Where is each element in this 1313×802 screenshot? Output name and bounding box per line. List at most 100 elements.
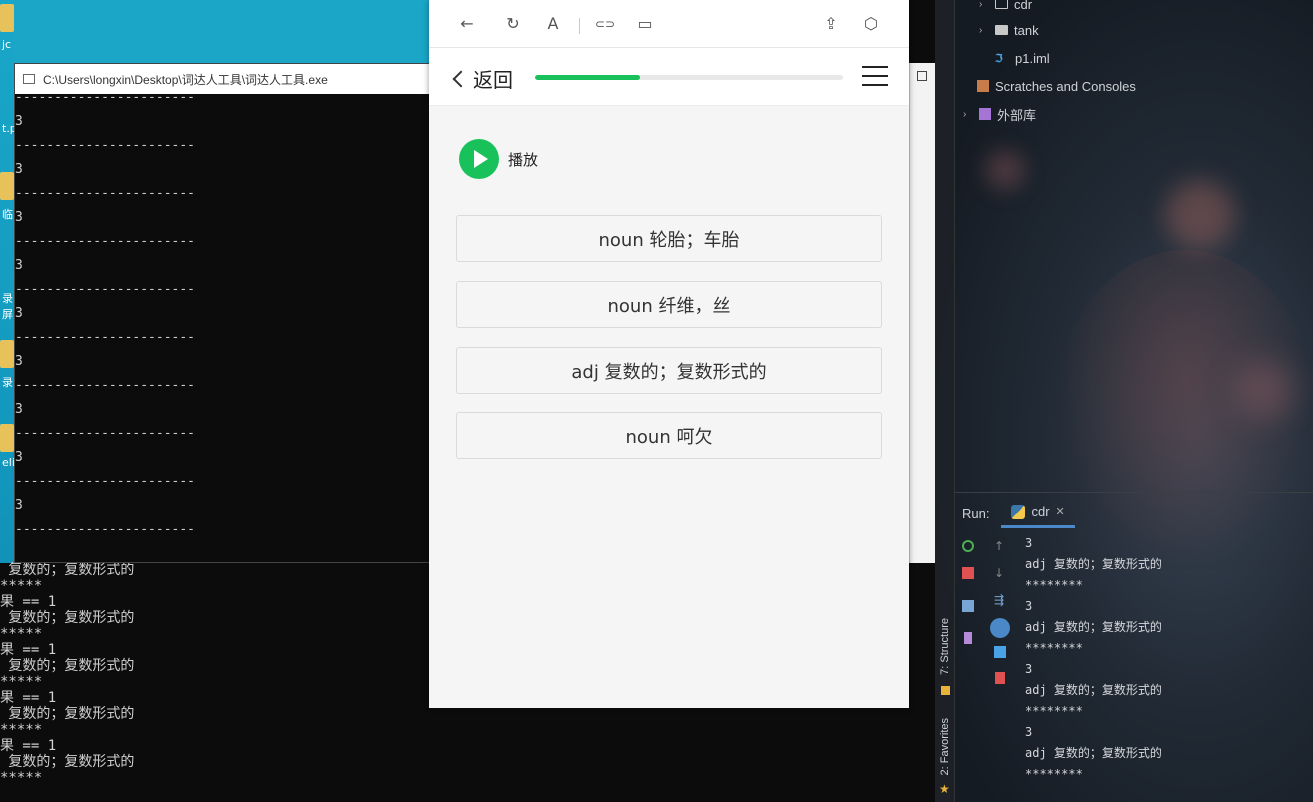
tab-favorites[interactable]: 2: Favorites — [939, 718, 951, 775]
bokeh-light — [1165, 180, 1235, 250]
folder-icon — [995, 25, 1008, 35]
console-line: ***** — [0, 770, 43, 786]
output-line: 3 — [1025, 725, 1033, 739]
output-line: ******** — [1025, 578, 1083, 592]
desktop-folder-icon[interactable] — [0, 4, 14, 32]
console-line: ----------------------- — [15, 330, 196, 345]
console-line: 3 — [15, 114, 23, 129]
tree-item-p1-iml[interactable]: ℑ p1.iml — [995, 44, 1050, 72]
output-line: ******** — [1025, 641, 1083, 655]
desktop-folder-icon[interactable] — [0, 340, 14, 368]
console-line: 3 — [15, 450, 23, 465]
output-line: adj 复数的；复数形式的 — [1025, 683, 1162, 697]
console-line: ----------------------- — [15, 522, 196, 537]
font-icon[interactable]: A — [543, 14, 563, 34]
maximize-icon[interactable] — [917, 71, 927, 81]
print-icon[interactable] — [994, 646, 1006, 658]
app-panel: ← ↻ A ⊂⊃ ▭ ⇪ ⬡ 返回 播放 noun 轮胎；车胎 noun 纤维，… — [429, 0, 909, 708]
chevron-left-icon — [452, 70, 470, 88]
trash-icon[interactable] — [995, 672, 1005, 684]
console-line: ----------------------- — [15, 378, 196, 393]
run-output: 3 adj 复数的；复数形式的 ******** 3 adj 复数的；复数形式的… — [1025, 533, 1162, 785]
desktop-folder-icon[interactable] — [0, 424, 14, 452]
play-control[interactable]: 播放 — [459, 139, 538, 179]
tree-item-external-libs[interactable]: › 外部库 — [963, 100, 1036, 128]
answer-option[interactable]: noun 轮胎；车胎 — [456, 215, 882, 262]
output-line: ******** — [1025, 704, 1083, 718]
console-line: 复数的；复数形式的 — [0, 706, 135, 722]
tab-structure[interactable]: 7: Structure — [939, 618, 951, 675]
desktop-icon-label: 录屏 — [2, 292, 13, 321]
output-line: adj 复数的；复数形式的 — [1025, 620, 1162, 634]
output-line: 3 — [1025, 536, 1033, 550]
answer-option[interactable]: noun 纤维，丝 — [456, 281, 882, 328]
link-icon[interactable]: ⊂⊃ — [595, 14, 615, 34]
browser-toolbar: ← ↻ A ⊂⊃ ▭ ⇪ ⬡ — [429, 0, 909, 48]
arrow-up-icon[interactable]: ↑ — [994, 540, 1006, 552]
library-icon — [979, 108, 991, 120]
console-line: ----------------------- — [15, 90, 196, 105]
arrow-down-icon[interactable]: ↓ — [994, 567, 1006, 579]
window-icon[interactable]: ▭ — [635, 14, 655, 34]
tree-item-scratches[interactable]: Scratches and Consoles — [977, 72, 1136, 100]
refresh-icon[interactable]: ↻ — [503, 14, 523, 34]
console-line: 果 == 1 — [0, 738, 57, 754]
desktop-icon-label: jc — [2, 38, 12, 51]
desktop-background — [0, 0, 430, 64]
star-icon: ★ — [939, 782, 950, 796]
output-line: 3 — [1025, 662, 1033, 676]
answer-option[interactable]: adj 复数的；复数形式的 — [456, 347, 882, 394]
console-line: 3 — [15, 258, 23, 273]
stop-icon[interactable] — [962, 567, 974, 579]
console-title: C:\Users\longxin\Desktop\词达人工具\词达人工具.exe — [43, 72, 328, 87]
console-line: ----------------------- — [15, 282, 196, 297]
rerun-icon[interactable] — [962, 540, 974, 552]
app-navbar: 返回 — [429, 48, 909, 106]
back-button[interactable]: 返回 — [452, 64, 513, 93]
window-edge — [909, 63, 935, 563]
desktop-icon-label: eli — [2, 456, 15, 469]
chevron-right-icon: › — [979, 24, 983, 36]
tree-item-label: cdr — [1014, 0, 1033, 12]
desktop-icon-label: 录 — [2, 376, 13, 389]
answer-option[interactable]: noun 呵欠 — [456, 412, 882, 459]
menu-icon[interactable] — [862, 66, 888, 86]
console-line: 3 — [15, 210, 23, 225]
iml-file-icon: ℑ — [995, 52, 1003, 65]
console-line: ----------------------- — [15, 426, 196, 441]
tree-item-tank[interactable]: › tank — [979, 16, 1039, 44]
tree-item-label: tank — [1014, 22, 1039, 38]
desktop-file-icon[interactable] — [0, 172, 14, 200]
layout-icon[interactable] — [962, 600, 974, 612]
back-arrow-icon[interactable]: ← — [457, 14, 477, 34]
tree-item-label: p1.iml — [1015, 50, 1050, 66]
output-line: adj 复数的；复数形式的 — [1025, 557, 1162, 571]
ide-left-rail — [935, 0, 955, 802]
run-tab-label: cdr — [1031, 504, 1050, 519]
console-app-icon — [23, 74, 35, 84]
ide-window: › cdr › tank ℑ p1.iml Scratches and Cons… — [935, 0, 1313, 802]
console-window[interactable]: C:\Users\longxin\Desktop\词达人工具\词达人工具.exe… — [14, 63, 434, 563]
cube-icon[interactable]: ⬡ — [861, 14, 881, 34]
share-icon[interactable]: ⇪ — [821, 14, 841, 34]
play-label: 播放 — [508, 150, 539, 169]
console-line: 3 — [15, 162, 23, 177]
console-output: ----------------------- 3 --------------… — [15, 86, 433, 542]
bokeh-light — [985, 150, 1025, 190]
console-line: ----------------------- — [15, 234, 196, 249]
close-icon[interactable]: ✕ — [1056, 505, 1065, 518]
pin-icon[interactable] — [964, 632, 972, 644]
toolbar-divider — [579, 18, 580, 34]
console-line: ----------------------- — [15, 474, 196, 489]
output-line: 3 — [1025, 599, 1033, 613]
soft-wrap-icon[interactable]: ⇶ — [994, 594, 1006, 606]
console-line: ***** — [0, 722, 43, 738]
structure-icon — [941, 686, 950, 695]
back-label: 返回 — [473, 68, 513, 92]
play-icon[interactable] — [459, 139, 499, 179]
chevron-right-icon: › — [979, 0, 983, 10]
chevron-right-icon: › — [963, 108, 967, 120]
run-tab-cdr[interactable]: cdr ✕ — [1001, 498, 1075, 528]
python-icon — [1011, 504, 1026, 519]
scroll-to-end-icon[interactable] — [990, 618, 1010, 638]
